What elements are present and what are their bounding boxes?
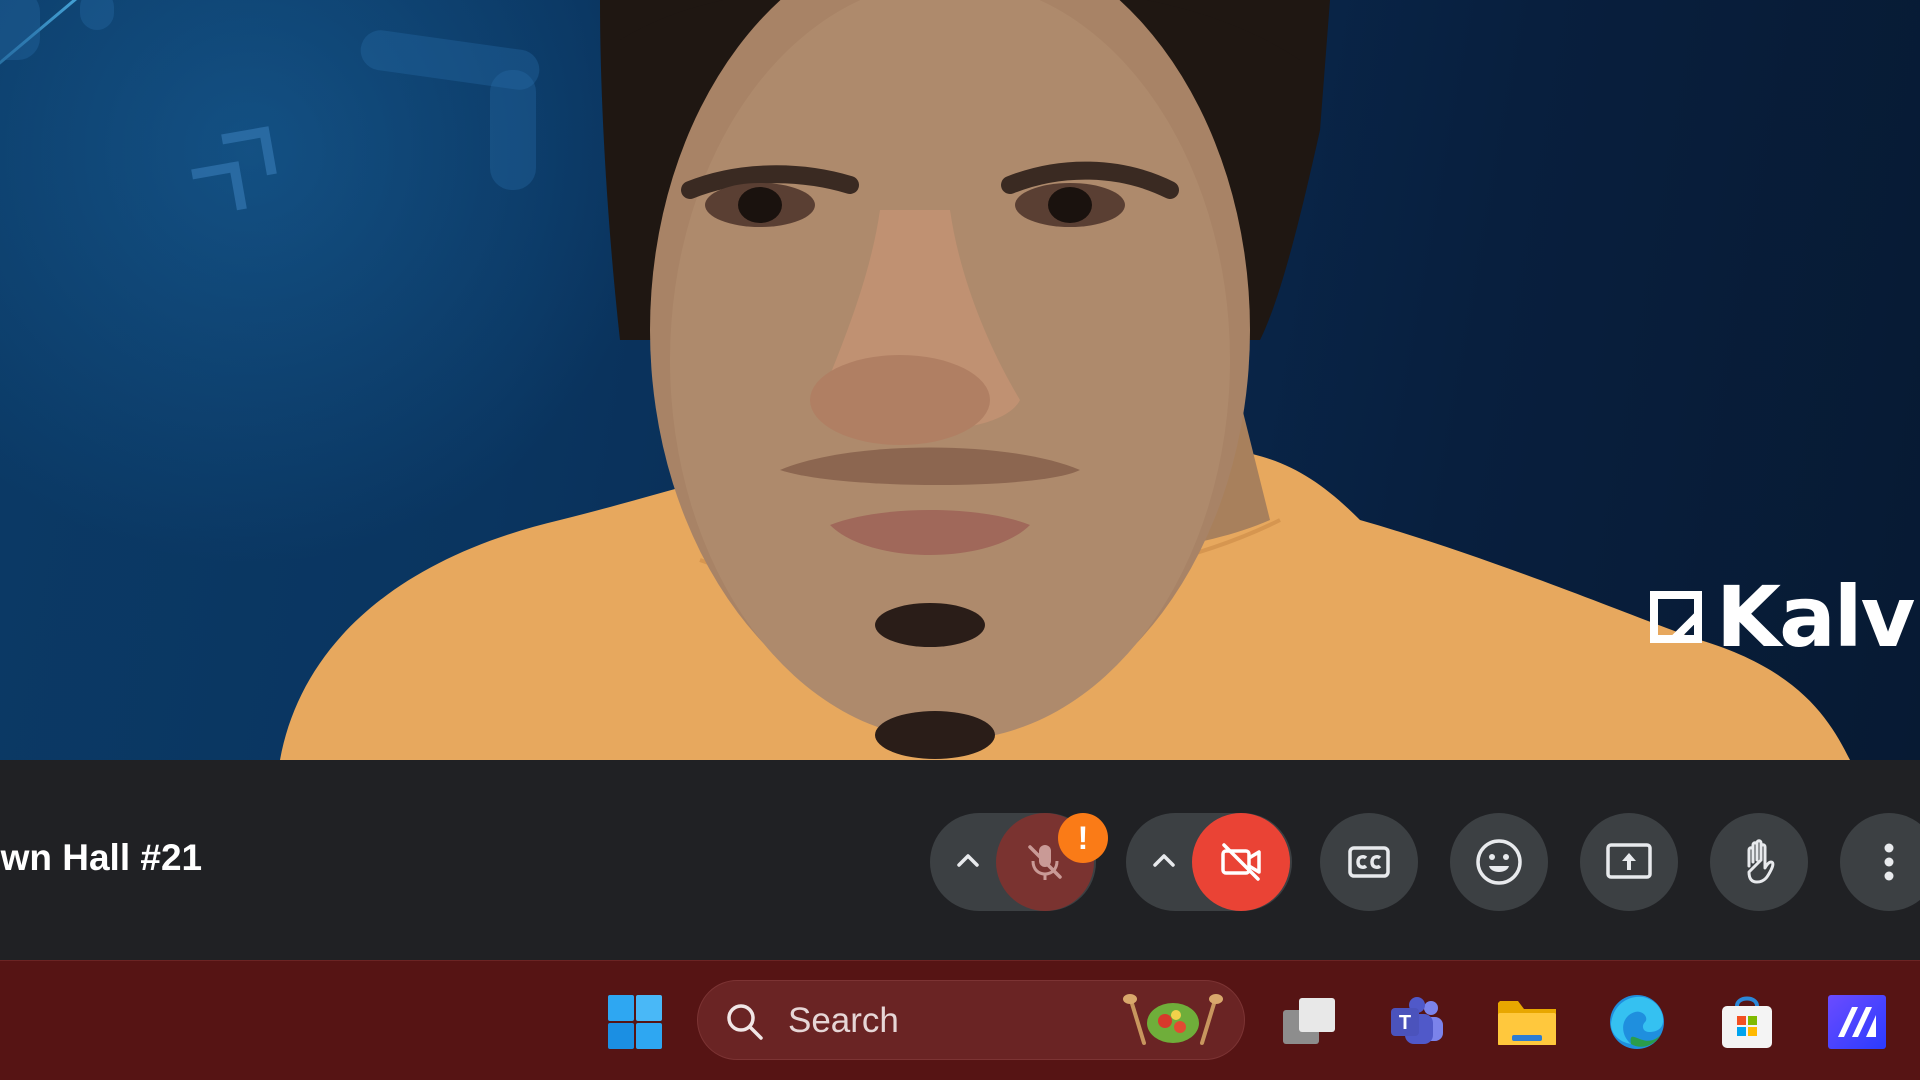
teams-app-button[interactable]: T: [1385, 990, 1449, 1054]
camera-off-icon: [1221, 843, 1261, 881]
svg-text:T: T: [1399, 1012, 1411, 1034]
pinned-app-icon: [1828, 995, 1886, 1049]
file-explorer-button[interactable]: [1495, 990, 1559, 1054]
chevron-up-icon: [1153, 854, 1175, 867]
task-view-icon: [1283, 998, 1335, 1044]
edge-browser-icon: [1610, 995, 1664, 1049]
camera-toggle-button[interactable]: [1192, 813, 1290, 911]
task-view-button[interactable]: [1277, 990, 1341, 1054]
mic-warning-badge: !: [1058, 813, 1108, 863]
more-vertical-icon: [1884, 843, 1894, 881]
logo-mark-icon: [1650, 591, 1702, 643]
participant-person: [280, 0, 1850, 760]
present-screen-icon: [1606, 843, 1652, 879]
closed-captions-icon: [1348, 846, 1390, 878]
search-icon: [727, 1004, 763, 1040]
teams-icon: T: [1391, 997, 1443, 1044]
search-highlight-icon: [1123, 994, 1223, 1045]
edge-browser-button[interactable]: [1605, 990, 1669, 1054]
audio-options-button[interactable]: [953, 846, 983, 876]
pinned-app-button[interactable]: [1825, 990, 1889, 1054]
taskbar-search-box[interactable]: Search: [697, 980, 1245, 1060]
participant-video: Kalv: [0, 0, 1920, 760]
windows-logo-icon: [608, 995, 662, 1049]
search-label: Search: [788, 1001, 899, 1040]
video-options-button[interactable]: [1149, 846, 1179, 876]
smiley-face-icon: [1476, 839, 1522, 885]
company-logo: Kalv: [1650, 568, 1915, 666]
logo-text: Kalv: [1716, 568, 1915, 666]
start-button[interactable]: [603, 990, 667, 1054]
captions-button[interactable]: [1320, 813, 1418, 911]
present-screen-button[interactable]: [1580, 813, 1678, 911]
chevron-up-icon: [957, 854, 979, 867]
folder-icon: [1498, 1001, 1556, 1045]
reactions-button[interactable]: [1450, 813, 1548, 911]
raise-hand-icon: [1747, 839, 1775, 884]
meeting-title: own Hall #21: [0, 837, 203, 878]
raise-hand-button[interactable]: [1710, 813, 1808, 911]
microsoft-store-button[interactable]: [1715, 990, 1779, 1054]
store-bag-icon: [1722, 996, 1772, 1048]
